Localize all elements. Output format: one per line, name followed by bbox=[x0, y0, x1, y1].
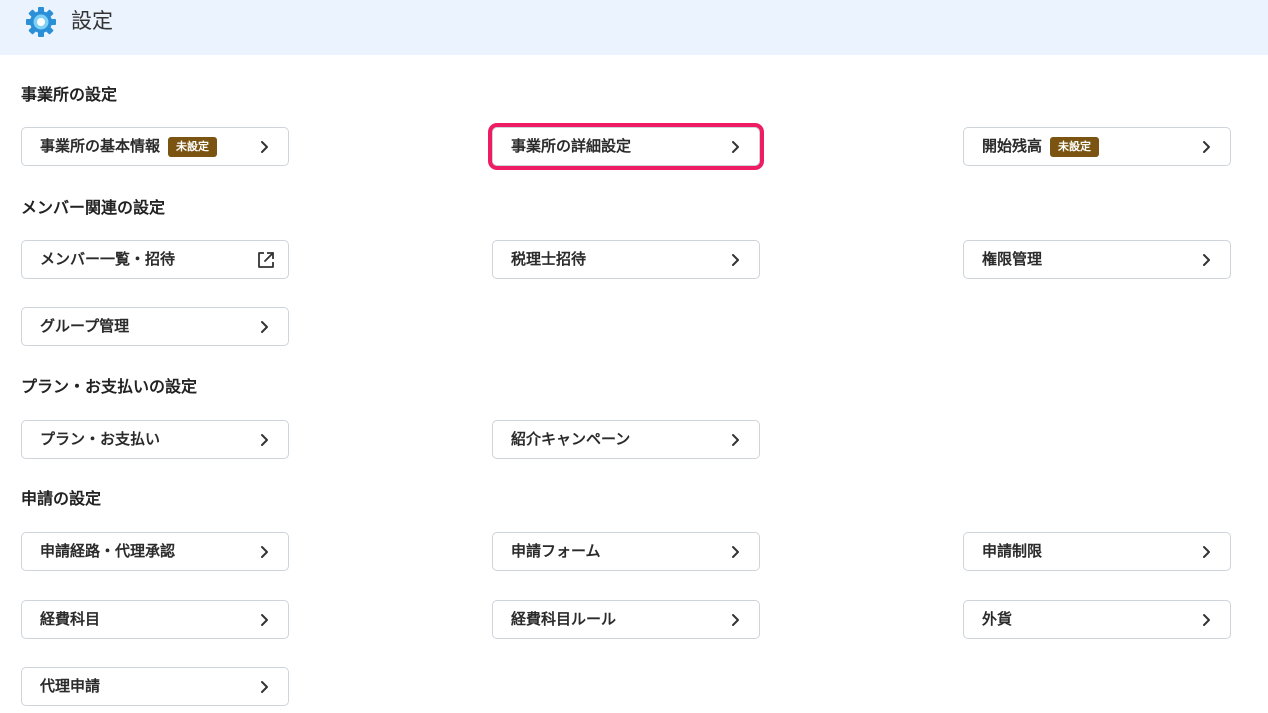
chevron-right-icon bbox=[1203, 141, 1210, 153]
foreign-currency-button[interactable]: 外貨 bbox=[963, 600, 1231, 639]
plan-payment-button[interactable]: プラン・お支払い bbox=[21, 420, 289, 459]
card-label: 申請制限 bbox=[982, 542, 1043, 560]
card-label: 経費科目ルール bbox=[511, 610, 617, 628]
card-label: 代理申請 bbox=[40, 677, 101, 695]
office-basic-info-button[interactable]: 事業所の基本情報 未設定 bbox=[21, 127, 289, 166]
card-label: 紹介キャンペーン bbox=[511, 430, 631, 448]
approval-route-button[interactable]: 申請経路・代理承認 bbox=[21, 532, 289, 571]
chevron-right-icon bbox=[261, 614, 268, 626]
section-title-members: メンバー関連の設定 bbox=[21, 198, 166, 217]
proxy-application-button[interactable]: 代理申請 bbox=[21, 667, 289, 706]
expense-account-rule-button[interactable]: 経費科目ルール bbox=[492, 600, 760, 639]
card-label: 開始残高 bbox=[982, 137, 1043, 155]
chevron-right-icon bbox=[732, 254, 739, 266]
chevron-right-icon bbox=[261, 434, 268, 446]
card-label: 申請フォーム bbox=[511, 542, 601, 560]
section-title-office: 事業所の設定 bbox=[21, 85, 118, 104]
chevron-right-icon bbox=[732, 546, 739, 558]
permission-management-button[interactable]: 権限管理 bbox=[963, 240, 1231, 279]
card-label: 外貨 bbox=[982, 610, 1013, 628]
section-title-application: 申請の設定 bbox=[21, 489, 102, 508]
card-label: メンバー一覧・招待 bbox=[40, 250, 176, 268]
opening-balance-button[interactable]: 開始残高 未設定 bbox=[963, 127, 1231, 166]
card-label: 経費科目 bbox=[40, 610, 101, 628]
chevron-right-icon bbox=[732, 614, 739, 626]
chevron-right-icon bbox=[1203, 254, 1210, 266]
section-title-plan: プラン・お支払いの設定 bbox=[21, 377, 198, 396]
chevron-right-icon bbox=[732, 141, 739, 153]
expense-account-button[interactable]: 経費科目 bbox=[21, 600, 289, 639]
card-label: 申請経路・代理承認 bbox=[40, 542, 176, 560]
card-label: グループ管理 bbox=[40, 317, 130, 335]
page-header: 設定 bbox=[0, 0, 1268, 55]
chevron-right-icon bbox=[261, 681, 268, 693]
card-label: 事業所の詳細設定 bbox=[511, 137, 632, 155]
chevron-right-icon bbox=[1203, 614, 1210, 626]
chevron-right-icon bbox=[732, 434, 739, 446]
chevron-right-icon bbox=[261, 546, 268, 558]
gear-icon bbox=[26, 7, 56, 37]
card-label: 権限管理 bbox=[982, 250, 1043, 268]
chevron-right-icon bbox=[1203, 546, 1210, 558]
chevron-right-icon bbox=[261, 141, 268, 153]
card-label: 事業所の基本情報 bbox=[40, 137, 161, 155]
group-management-button[interactable]: グループ管理 bbox=[21, 307, 289, 346]
tax-accountant-invite-button[interactable]: 税理士招待 bbox=[492, 240, 760, 279]
page-title: 設定 bbox=[71, 9, 113, 33]
member-list-invite-button[interactable]: メンバー一覧・招待 bbox=[21, 240, 289, 279]
application-limit-button[interactable]: 申請制限 bbox=[963, 532, 1231, 571]
application-form-button[interactable]: 申請フォーム bbox=[492, 532, 760, 571]
status-badge: 未設定 bbox=[1050, 136, 1100, 157]
referral-campaign-button[interactable]: 紹介キャンペーン bbox=[492, 420, 760, 459]
office-detail-settings-button[interactable]: 事業所の詳細設定 bbox=[492, 127, 760, 166]
chevron-right-icon bbox=[261, 321, 268, 333]
status-badge: 未設定 bbox=[168, 136, 218, 157]
external-link-icon bbox=[258, 252, 274, 268]
card-label: 税理士招待 bbox=[511, 250, 587, 268]
card-label: プラン・お支払い bbox=[40, 430, 161, 448]
